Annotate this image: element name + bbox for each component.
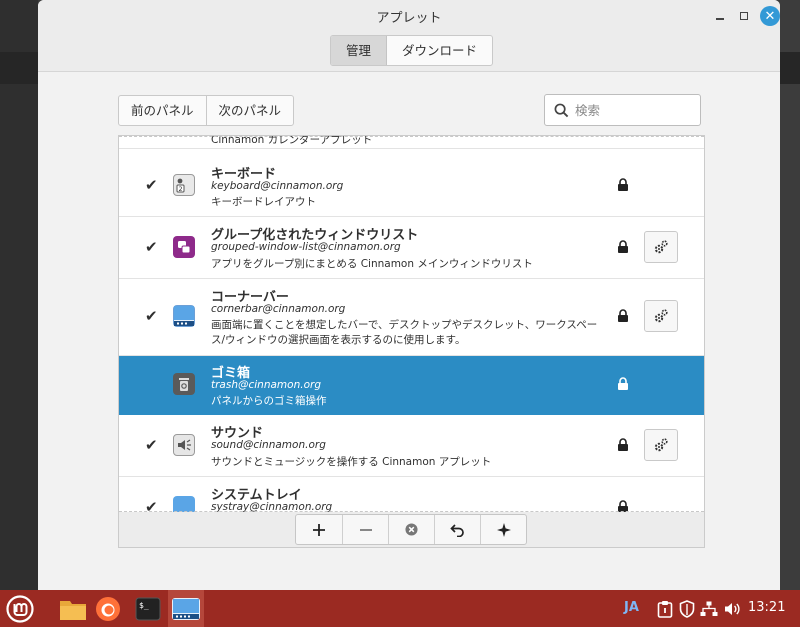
- applet-description: キーボードレイアウト: [211, 196, 316, 208]
- view-switcher: 管理 ダウンロード: [330, 35, 494, 66]
- volume-tray[interactable]: [718, 594, 748, 624]
- applet-description: アプリをグループ別にまとめる Cinnamon メインウィンドウリスト: [211, 258, 533, 270]
- applet-uuid: keyboard@cinnamon.org: [211, 180, 344, 192]
- applet-description: 画面端に置くことを想定したバーで、デスクトップやデスクレット、ワークスペース/ウ…: [211, 319, 598, 346]
- cornerbar-icon: [173, 305, 195, 327]
- mint-menu-icon: [6, 595, 34, 623]
- list-item[interactable]: ✔ グループ化されたウィンドウリスト grouped-window-list@c…: [119, 217, 704, 279]
- applet-uuid: grouped-window-list@cinnamon.org: [211, 241, 401, 253]
- remove-icon: [359, 528, 372, 531]
- keyboard-language-indicator[interactable]: JA: [624, 600, 639, 615]
- list-toolbar: [118, 512, 705, 548]
- systray-icon: [173, 496, 195, 512]
- lock-icon: [618, 240, 628, 253]
- applet-description: Cinnamon カレンダーアプレット: [211, 135, 373, 146]
- remove-button[interactable]: [342, 515, 388, 544]
- applets-icon: [172, 598, 200, 620]
- enabled-check-icon: ✔: [145, 238, 158, 256]
- minimize-button[interactable]: [710, 6, 730, 26]
- close-icon: ✕: [764, 8, 776, 24]
- maximize-button[interactable]: [734, 6, 754, 26]
- tab-manage[interactable]: 管理: [331, 36, 388, 65]
- list-item[interactable]: ✔ コーナーバー cornerbar@cinnamon.org 画面端に置くこと…: [119, 279, 704, 356]
- list-item[interactable]: ✔ 2 キーボード keyboard@cinnamon.org キーボードレイア…: [119, 154, 704, 217]
- desktop-background-left: [0, 0, 38, 590]
- search-icon: [554, 103, 569, 117]
- search-input[interactable]: [575, 102, 685, 118]
- applet-uuid: sound@cinnamon.org: [211, 439, 326, 451]
- configure-button[interactable]: [644, 300, 678, 332]
- panel-navigation: 前のパネル 次のパネル: [118, 95, 295, 126]
- enabled-check-icon: ✔: [145, 498, 158, 512]
- close-button[interactable]: ✕: [760, 6, 780, 26]
- files-icon: [60, 601, 86, 620]
- list-item[interactable]: ✔ システムトレイ systray@cinnamon.org: [119, 477, 704, 512]
- desktop-background-right: [780, 0, 800, 590]
- configure-button[interactable]: [644, 231, 678, 263]
- firefox-icon: [96, 597, 120, 621]
- add-icon: [313, 523, 325, 536]
- list-item[interactable]: ✔ サウンド sound@cinnamon.org サウンドとミュージックを操作…: [119, 415, 704, 477]
- volume-icon: [725, 603, 740, 615]
- mint-menu-button[interactable]: [5, 594, 35, 624]
- enabled-check-icon: ✔: [145, 307, 158, 325]
- applet-uuid: trash@cinnamon.org: [211, 379, 321, 391]
- list-item[interactable]: Cinnamon カレンダーアプレット: [119, 135, 704, 149]
- window-list-icon: [173, 236, 195, 258]
- gears-icon: [654, 240, 668, 254]
- clipboard-icon: [657, 601, 673, 618]
- taskbar: $_ JA 13:21: [0, 590, 800, 627]
- titlebar: アプレット ✕ 管理 ダウンロード: [38, 0, 780, 72]
- applet-list[interactable]: Cinnamon カレンダーアプレット ✔ 2 キーボード keyboard@c…: [118, 135, 705, 512]
- list-item-selected[interactable]: ゴミ箱 trash@cinnamon.org パネルからのゴミ箱操作: [119, 356, 704, 415]
- lock-icon: [618, 377, 628, 390]
- minimize-icon: [716, 18, 724, 20]
- files-launcher[interactable]: [58, 594, 88, 624]
- enabled-check-icon: ✔: [145, 436, 158, 454]
- search-box[interactable]: [544, 94, 701, 126]
- configure-button[interactable]: [644, 429, 678, 461]
- more-icon: [496, 522, 511, 537]
- svg-text:$_: $_: [139, 601, 149, 610]
- applets-launcher[interactable]: [171, 594, 201, 624]
- gears-icon: [654, 309, 668, 323]
- next-panel-button[interactable]: 次のパネル: [205, 96, 294, 125]
- undo-button[interactable]: [434, 515, 480, 544]
- firefox-launcher[interactable]: [93, 594, 123, 624]
- clear-icon: [405, 523, 418, 536]
- tab-download[interactable]: ダウンロード: [387, 36, 492, 65]
- applet-description: サウンドとミュージックを操作する Cinnamon アプレット: [211, 456, 492, 468]
- network-icon: [700, 601, 718, 616]
- sound-icon: [173, 434, 195, 456]
- lock-icon: [618, 178, 628, 191]
- window-title: アプレット: [376, 11, 442, 26]
- terminal-launcher[interactable]: $_: [133, 594, 163, 624]
- applets-window: アプレット ✕ 管理 ダウンロード 前のパネル 次のパネル Cinnamon カ…: [38, 0, 780, 590]
- prev-panel-button[interactable]: 前のパネル: [119, 96, 206, 125]
- gears-icon: [654, 438, 668, 452]
- more-button[interactable]: [480, 515, 526, 544]
- clock[interactable]: 13:21: [748, 600, 785, 615]
- maximize-icon: [740, 12, 748, 20]
- applet-description: パネルからのゴミ箱操作: [211, 395, 327, 407]
- keyboard-icon: 2: [173, 174, 195, 196]
- lock-icon: [618, 438, 628, 451]
- lock-icon: [618, 309, 628, 322]
- add-button[interactable]: [296, 515, 342, 544]
- svg-text:2: 2: [179, 185, 183, 193]
- toolbar-buttons: [295, 514, 527, 545]
- applet-uuid: cornerbar@cinnamon.org: [211, 303, 346, 315]
- undo-icon: [449, 523, 464, 537]
- clear-button[interactable]: [388, 515, 434, 544]
- shield-icon: [679, 600, 695, 618]
- enabled-check-icon: ✔: [145, 176, 158, 194]
- trash-icon: [173, 373, 195, 395]
- terminal-icon: $_: [135, 597, 161, 621]
